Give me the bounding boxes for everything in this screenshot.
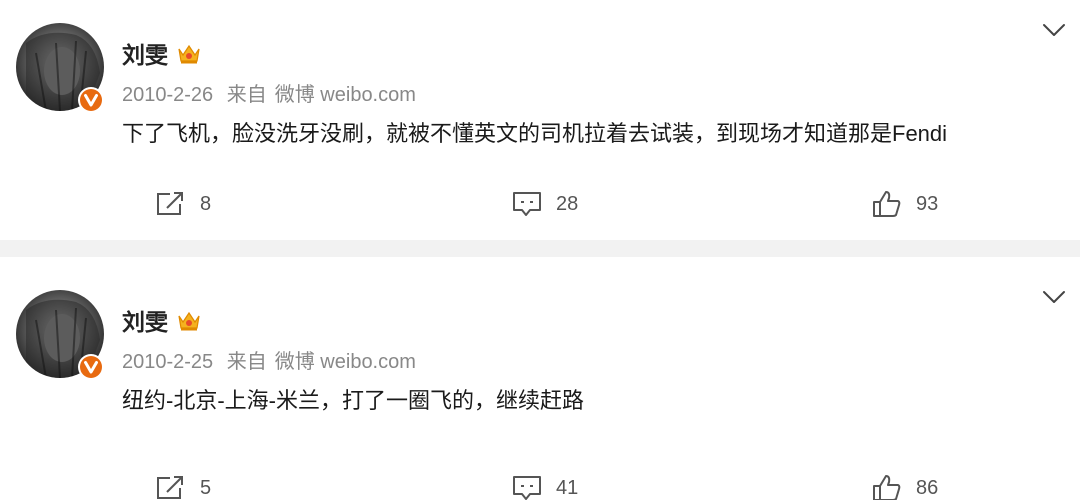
repost-button[interactable]: 5 [154, 472, 211, 500]
thumbs-up-icon [873, 475, 901, 500]
post-card: 刘雯 2010-2-26 来自 微博 weibo.com 下了飞机，脸没洗牙没刷，… [0, 0, 1080, 240]
like-button[interactable]: 86 [872, 472, 938, 500]
post-source: 微博 weibo.com [274, 351, 416, 373]
post-separator [0, 240, 1080, 257]
comment-button[interactable]: 41 [512, 472, 578, 500]
comment-count: 41 [556, 476, 579, 499]
repost-count: 5 [200, 476, 212, 499]
post-card: 刘雯 2010-2-25 来自 微博 weibo.com 纽约-北京-上海-米兰，… [0, 257, 1080, 500]
thumbs-up-icon [873, 191, 901, 217]
chevron-down-icon[interactable] [1042, 289, 1066, 305]
repost-icon [157, 192, 183, 215]
author-name[interactable]: 刘雯 [122, 36, 168, 70]
like-count: 93 [916, 192, 939, 215]
action-bar: 5 41 86 [0, 472, 1080, 500]
chevron-down-icon[interactable] [1042, 22, 1066, 38]
post-text[interactable]: 下了飞机，脸没洗牙没刷，就被不懂英文的司机拉着去试装，到现场才知道那是Fendi [122, 118, 947, 150]
repost-icon [157, 476, 183, 499]
repost-count: 8 [200, 192, 212, 215]
verified-v-badge-icon [77, 86, 105, 114]
author-name-row: 刘雯 [122, 38, 202, 68]
vip-crown-icon[interactable] [176, 41, 202, 65]
source-prefix: 来自 [226, 351, 267, 373]
repost-button[interactable]: 8 [154, 188, 211, 220]
comment-icon [513, 476, 541, 500]
author-name[interactable]: 刘雯 [122, 303, 168, 337]
source-prefix: 来自 [226, 84, 267, 106]
post-source: 微博 weibo.com [274, 84, 416, 106]
post-date[interactable]: 2010-2-25 [122, 351, 213, 373]
comment-icon [513, 192, 541, 216]
weibo-feed: 刘雯 2010-2-26 来自 微博 weibo.com 下了飞机，脸没洗牙没刷，… [0, 0, 1080, 500]
post-text[interactable]: 纽约-北京-上海-米兰，打了一圈飞的，继续赶路 [122, 385, 584, 417]
comment-count: 28 [556, 192, 579, 215]
like-count: 86 [916, 476, 939, 499]
like-button[interactable]: 93 [872, 188, 938, 220]
vip-crown-icon[interactable] [176, 308, 202, 332]
author-name-row: 刘雯 [122, 305, 202, 335]
action-bar: 8 28 93 [0, 188, 1080, 220]
post-date[interactable]: 2010-2-26 [122, 84, 213, 106]
verified-v-badge-icon [77, 353, 105, 381]
post-meta: 2010-2-26 来自 微博 weibo.com [122, 82, 416, 108]
post-meta: 2010-2-25 来自 微博 weibo.com [122, 349, 416, 375]
comment-button[interactable]: 28 [512, 188, 578, 220]
